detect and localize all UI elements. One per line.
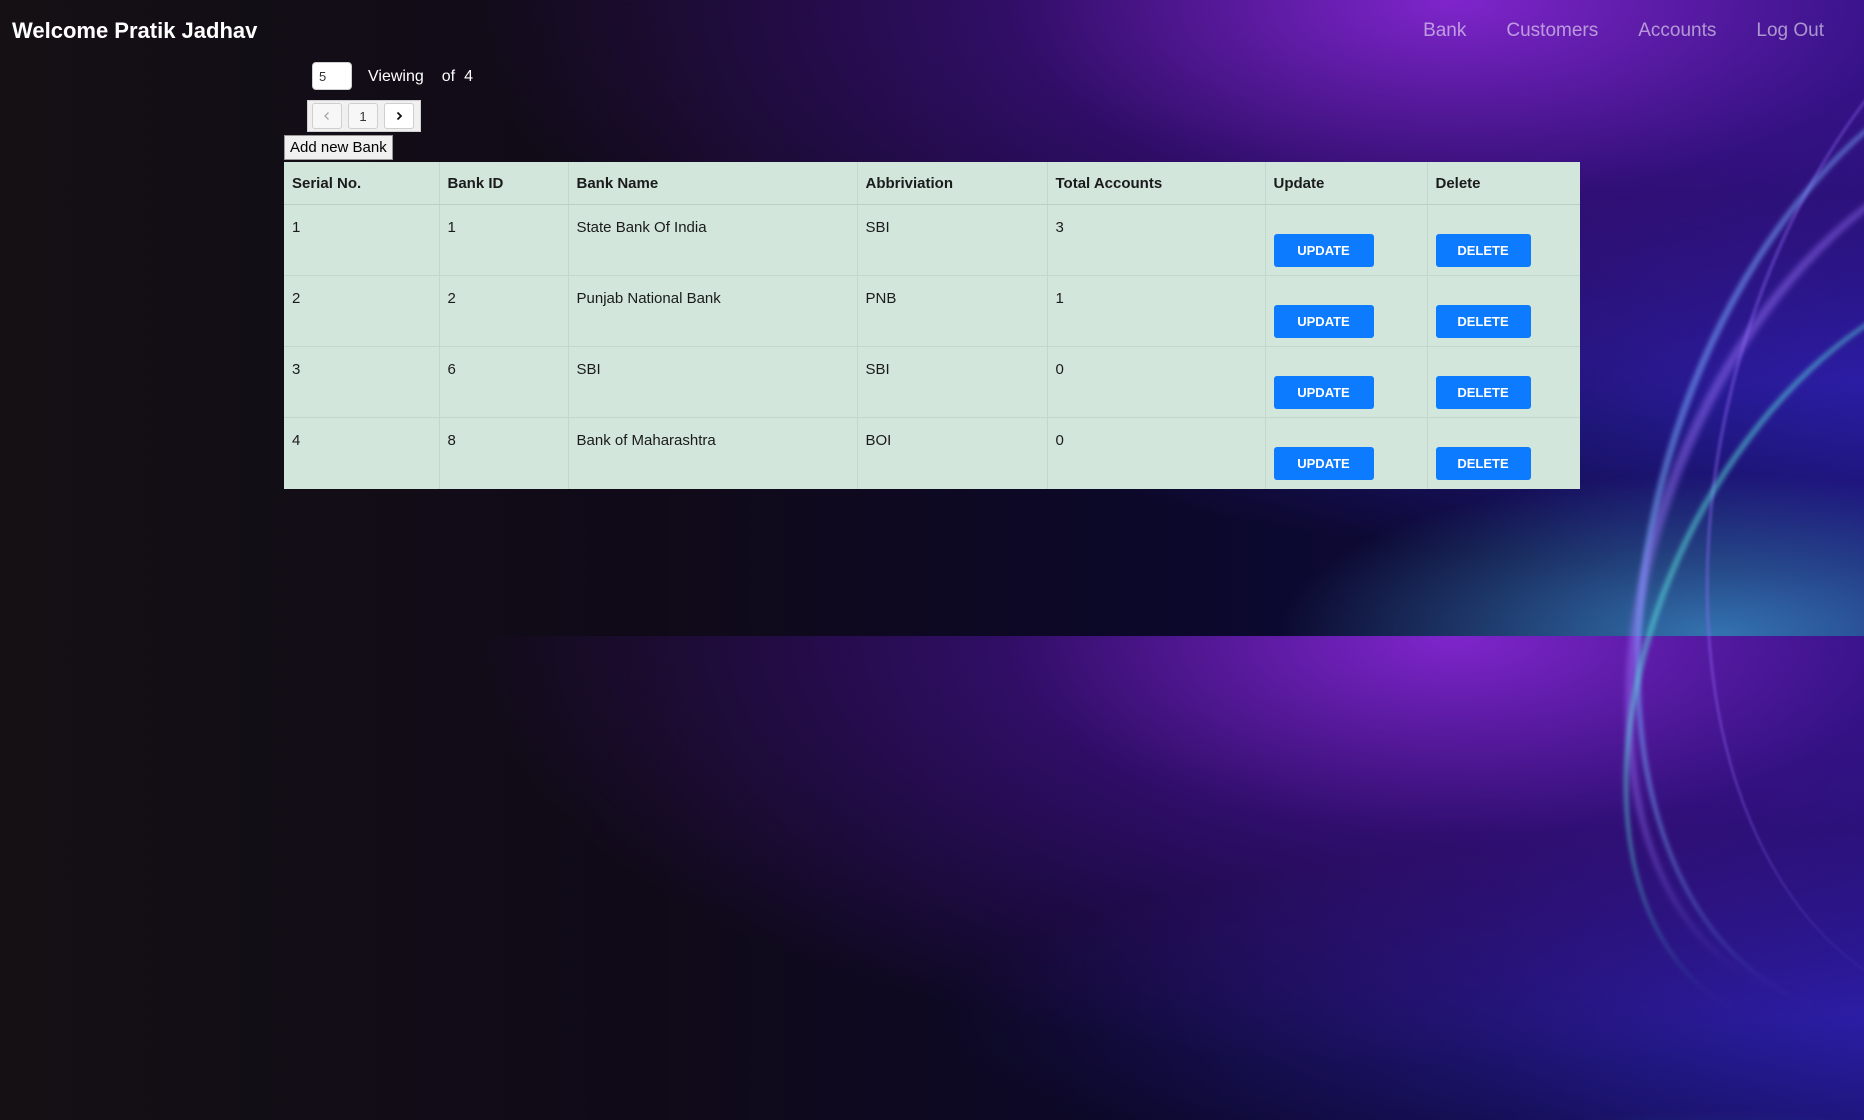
cell-delete: DELETE [1427, 418, 1580, 489]
viewing-summary: Viewing of 4 [368, 68, 473, 86]
header-bank-name: Bank Name [568, 162, 858, 205]
update-button[interactable]: UPDATE [1273, 376, 1374, 409]
header-bank-id: Bank ID [439, 162, 569, 205]
cell-bank-name: SBI [568, 346, 858, 418]
welcome-title: Welcome Pratik Jadhav [12, 18, 258, 43]
table-row: 1 1 State Bank Of India SBI 3 UPDATE DEL… [284, 204, 1580, 276]
cell-abbreviation: SBI [857, 204, 1048, 276]
cell-total-accounts: 1 [1047, 275, 1266, 347]
update-button[interactable]: UPDATE [1273, 447, 1374, 480]
delete-button[interactable]: DELETE [1435, 305, 1531, 338]
cell-bank-name: State Bank Of India [568, 204, 858, 276]
nav-customers-link[interactable]: Customers [1506, 20, 1598, 42]
cell-bank-id: 6 [439, 346, 569, 418]
header-total-accounts: Total Accounts [1047, 162, 1266, 205]
nav-accounts-link[interactable]: Accounts [1638, 20, 1716, 42]
cell-bank-name: Bank of Maharashtra [568, 417, 858, 489]
cell-bank-id: 1 [439, 204, 569, 276]
chevron-left-icon [324, 112, 329, 120]
top-nav: Bank Customers Accounts Log Out [1423, 20, 1824, 42]
viewing-label: Viewing [368, 68, 424, 85]
table-header-row: Serial No. Bank ID Bank Name Abbriviatio… [284, 162, 1580, 205]
cell-bank-id: 8 [439, 417, 569, 489]
pagination-controls: 1 [307, 100, 421, 132]
add-new-bank-button[interactable]: Add new Bank [284, 135, 393, 160]
cell-serial: 1 [284, 204, 440, 276]
cell-delete: DELETE [1427, 204, 1580, 276]
cell-update: UPDATE [1265, 204, 1428, 276]
cell-delete: DELETE [1427, 346, 1580, 418]
next-page-button[interactable] [384, 103, 414, 129]
update-button[interactable]: UPDATE [1273, 305, 1374, 338]
table-row: 2 2 Punjab National Bank PNB 1 UPDATE DE… [284, 275, 1580, 347]
cell-update: UPDATE [1265, 275, 1428, 347]
banks-table: Serial No. Bank ID Bank Name Abbriviatio… [284, 162, 1580, 489]
of-label: of [441, 68, 456, 85]
cell-serial: 4 [284, 417, 440, 489]
header-delete: Delete [1427, 162, 1580, 205]
header-update: Update [1265, 162, 1428, 205]
cell-total-accounts: 0 [1047, 346, 1266, 418]
page-size-input[interactable] [312, 62, 352, 90]
header-serial-no: Serial No. [284, 162, 440, 205]
page-number-button[interactable]: 1 [348, 103, 378, 129]
update-button[interactable]: UPDATE [1273, 234, 1374, 267]
chevron-right-icon [396, 111, 403, 121]
delete-button[interactable]: DELETE [1435, 376, 1531, 409]
delete-button[interactable]: DELETE [1435, 447, 1531, 480]
cell-update: UPDATE [1265, 417, 1428, 489]
total-count: 4 [464, 68, 473, 85]
cell-abbreviation: BOI [857, 417, 1048, 489]
table-row: 3 6 SBI SBI 0 UPDATE DELETE [284, 346, 1580, 418]
cell-serial: 3 [284, 346, 440, 418]
header-abbreviation: Abbriviation [857, 162, 1048, 205]
cell-bank-id: 2 [439, 275, 569, 347]
cell-update: UPDATE [1265, 346, 1428, 418]
prev-page-button[interactable] [312, 103, 342, 129]
cell-abbreviation: SBI [857, 346, 1048, 418]
cell-serial: 2 [284, 275, 440, 347]
cell-delete: DELETE [1427, 275, 1580, 347]
nav-logout-link[interactable]: Log Out [1756, 20, 1824, 42]
table-row: 4 8 Bank of Maharashtra BOI 0 UPDATE DEL… [284, 417, 1580, 489]
cell-total-accounts: 3 [1047, 204, 1266, 276]
delete-button[interactable]: DELETE [1435, 234, 1531, 267]
background-light-streak [1597, 0, 1864, 1089]
cell-bank-name: Punjab National Bank [568, 275, 858, 347]
nav-bank-link[interactable]: Bank [1423, 20, 1466, 42]
cell-total-accounts: 0 [1047, 417, 1266, 489]
cell-abbreviation: PNB [857, 275, 1048, 347]
